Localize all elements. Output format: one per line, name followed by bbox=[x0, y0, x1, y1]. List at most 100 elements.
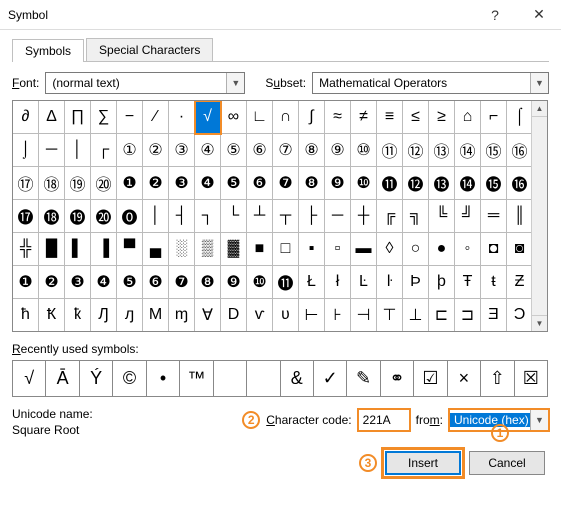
symbol-cell[interactable]: ❷ bbox=[143, 167, 169, 200]
symbol-cell[interactable]: ❸ bbox=[169, 167, 195, 200]
symbol-cell[interactable]: ④ bbox=[195, 134, 221, 167]
recent-symbol-cell[interactable]: • bbox=[147, 361, 180, 397]
symbol-cell[interactable]: ⓿ bbox=[117, 200, 143, 233]
symbol-cell[interactable]: ◙ bbox=[507, 233, 533, 266]
symbol-cell[interactable]: ⓴ bbox=[91, 200, 117, 233]
symbol-cell[interactable]: ╝ bbox=[455, 200, 481, 233]
symbol-cell[interactable]: ┼ bbox=[351, 200, 377, 233]
symbol-cell[interactable]: ─ bbox=[325, 200, 351, 233]
recent-symbol-cell[interactable]: ☑ bbox=[414, 361, 447, 397]
symbol-cell[interactable]: ▒ bbox=[195, 233, 221, 266]
scroll-thumb[interactable] bbox=[532, 117, 547, 315]
recent-symbol-cell[interactable] bbox=[214, 361, 247, 397]
symbol-cell[interactable]: ∏ bbox=[65, 101, 91, 134]
insert-button[interactable]: Insert bbox=[385, 451, 461, 475]
symbol-cell[interactable]: ⑪ bbox=[377, 134, 403, 167]
recent-symbol-cell[interactable]: © bbox=[113, 361, 146, 397]
symbol-cell[interactable]: þ bbox=[429, 266, 455, 299]
recent-symbol-cell[interactable]: √ bbox=[13, 361, 46, 397]
symbol-cell[interactable]: ◊ bbox=[377, 233, 403, 266]
symbol-cell[interactable]: ❸ bbox=[65, 266, 91, 299]
symbol-cell[interactable]: ◘ bbox=[481, 233, 507, 266]
recent-symbol-cell[interactable] bbox=[247, 361, 280, 397]
symbol-cell[interactable]: ╬ bbox=[13, 233, 39, 266]
symbol-cell[interactable]: ❿ bbox=[247, 266, 273, 299]
symbol-cell[interactable]: ┴ bbox=[247, 200, 273, 233]
symbol-cell[interactable]: ⊢ bbox=[299, 299, 325, 332]
symbol-cell[interactable]: ⑭ bbox=[455, 134, 481, 167]
symbol-cell[interactable]: ≠ bbox=[351, 101, 377, 134]
symbol-cell[interactable]: ≡ bbox=[377, 101, 403, 134]
charcode-input[interactable]: 221A bbox=[358, 409, 410, 431]
chevron-down-icon[interactable]: ▼ bbox=[530, 73, 548, 93]
symbol-cell[interactable]: D bbox=[221, 299, 247, 332]
subset-combo[interactable]: Mathematical Operators ▼ bbox=[312, 72, 549, 94]
symbol-cell[interactable]: ⌂ bbox=[455, 101, 481, 134]
symbol-cell[interactable]: ⑥ bbox=[247, 134, 273, 167]
symbol-cell[interactable]: ⓭ bbox=[429, 167, 455, 200]
symbol-cell[interactable]: ┬ bbox=[273, 200, 299, 233]
recent-symbol-cell[interactable]: Ý bbox=[80, 361, 113, 397]
symbol-cell[interactable]: ⑱ bbox=[39, 167, 65, 200]
symbol-cell[interactable]: ∩ bbox=[273, 101, 299, 134]
symbol-cell[interactable]: ▀ bbox=[117, 233, 143, 266]
symbol-cell[interactable]: ■ bbox=[247, 233, 273, 266]
symbol-cell[interactable]: ∑ bbox=[91, 101, 117, 134]
symbol-cell[interactable]: ԓ bbox=[117, 299, 143, 332]
symbol-cell[interactable]: ┤ bbox=[169, 200, 195, 233]
tab-special-characters[interactable]: Special Characters bbox=[86, 38, 213, 61]
symbol-cell[interactable]: ≥ bbox=[429, 101, 455, 134]
symbol-cell[interactable]: ═ bbox=[481, 200, 507, 233]
symbol-cell[interactable]: ❿ bbox=[351, 167, 377, 200]
symbol-cell[interactable]: ● bbox=[429, 233, 455, 266]
symbol-cell[interactable]: ⑲ bbox=[65, 167, 91, 200]
symbol-cell[interactable]: └ bbox=[221, 200, 247, 233]
symbol-cell[interactable]: ┌ bbox=[91, 134, 117, 167]
symbol-cell[interactable]: ❶ bbox=[13, 266, 39, 299]
symbol-cell[interactable]: ▐ bbox=[91, 233, 117, 266]
scroll-up-icon[interactable]: ▲ bbox=[532, 101, 547, 117]
symbol-cell[interactable]: ⓲ bbox=[39, 200, 65, 233]
recent-grid[interactable]: √ĀÝ©•™&✓✎⚭☑×⇧☒ bbox=[12, 360, 548, 397]
symbol-cell[interactable]: ⌡ bbox=[13, 134, 39, 167]
symbol-cell[interactable]: ⊦ bbox=[325, 299, 351, 332]
symbol-cell[interactable]: ░ bbox=[169, 233, 195, 266]
symbol-cell[interactable]: ŀ bbox=[377, 266, 403, 299]
symbol-cell[interactable]: Ŧ bbox=[455, 266, 481, 299]
symbol-cell[interactable]: ▫ bbox=[325, 233, 351, 266]
symbol-cell[interactable]: ⓳ bbox=[65, 200, 91, 233]
chevron-down-icon[interactable]: ▼ bbox=[226, 73, 244, 93]
symbol-cell[interactable]: ❻ bbox=[247, 167, 273, 200]
symbol-cell[interactable]: Ŀ bbox=[351, 266, 377, 299]
symbol-cell[interactable]: ⑫ bbox=[403, 134, 429, 167]
symbol-cell[interactable]: − bbox=[117, 101, 143, 134]
recent-symbol-cell[interactable]: Ā bbox=[46, 361, 79, 397]
symbol-cell[interactable]: ⌐ bbox=[481, 101, 507, 134]
symbol-cell[interactable]: □ bbox=[273, 233, 299, 266]
symbol-cell[interactable]: ▪ bbox=[299, 233, 325, 266]
symbol-cell[interactable]: ⑤ bbox=[221, 134, 247, 167]
symbol-cell[interactable]: ⑨ bbox=[325, 134, 351, 167]
symbol-cell[interactable]: ─ bbox=[39, 134, 65, 167]
symbol-cell[interactable]: ҟ bbox=[65, 299, 91, 332]
symbol-cell[interactable]: ⊏ bbox=[429, 299, 455, 332]
symbol-cell[interactable]: Ł bbox=[299, 266, 325, 299]
symbol-cell[interactable]: ╚ bbox=[429, 200, 455, 233]
symbol-cell[interactable]: ⓮ bbox=[455, 167, 481, 200]
symbol-cell[interactable]: ③ bbox=[169, 134, 195, 167]
symbol-cell[interactable]: ▌ bbox=[65, 233, 91, 266]
symbol-cell[interactable]: ┐ bbox=[195, 200, 221, 233]
symbol-cell[interactable]: ⓯ bbox=[481, 167, 507, 200]
recent-symbol-cell[interactable]: × bbox=[448, 361, 481, 397]
symbol-cell[interactable]: ○ bbox=[403, 233, 429, 266]
symbol-cell[interactable]: ∞ bbox=[221, 101, 247, 134]
symbol-cell[interactable]: ❻ bbox=[143, 266, 169, 299]
symbol-cell[interactable]: √ bbox=[195, 101, 221, 134]
symbol-cell[interactable]: ∕ bbox=[143, 101, 169, 134]
symbol-cell[interactable]: ├ bbox=[299, 200, 325, 233]
symbol-cell[interactable]: ❾ bbox=[325, 167, 351, 200]
symbol-cell[interactable]: ❶ bbox=[117, 167, 143, 200]
symbol-cell[interactable]: ⑩ bbox=[351, 134, 377, 167]
symbol-cell[interactable]: ŧ bbox=[481, 266, 507, 299]
symbol-cell[interactable]: ɱ bbox=[169, 299, 195, 332]
